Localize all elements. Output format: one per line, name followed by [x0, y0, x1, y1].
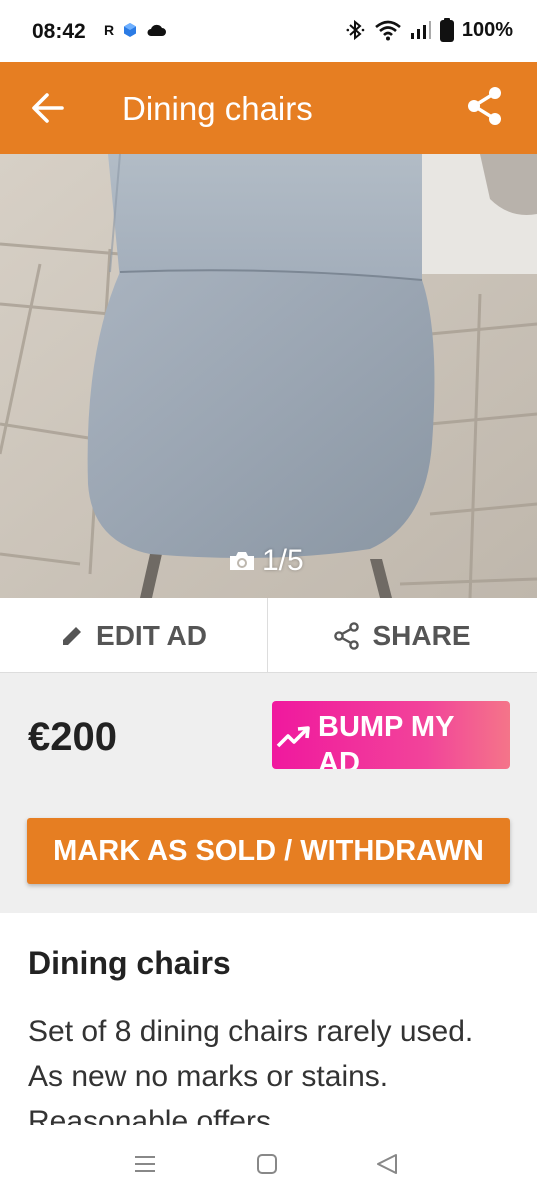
edit-ad-button[interactable]: EDIT AD [0, 598, 268, 673]
battery-percent: 100% [461, 18, 513, 41]
bump-my-ad-button[interactable]: BUMP MY AD [272, 701, 510, 769]
recent-apps-icon[interactable] [130, 1149, 160, 1179]
status-time: 08:42 [32, 20, 86, 43]
app-bar: Dining chairs [0, 62, 537, 154]
app-notification-icon [124, 23, 137, 37]
page-title: Dining chairs [122, 90, 313, 127]
photo-counter: 1/5 [228, 544, 304, 578]
photo-counter-text: 1/5 [262, 544, 304, 577]
share-icon [334, 621, 360, 650]
mark-as-sold-label: MARK AS SOLD / WITHDRAWN [53, 834, 484, 867]
bump-my-ad-label: BUMP MY AD [318, 711, 454, 769]
share-icon[interactable] [467, 86, 503, 126]
battery-icon [439, 18, 454, 42]
cloud-icon [147, 24, 167, 36]
mark-as-sold-button[interactable]: MARK AS SOLD / WITHDRAWN [27, 818, 510, 884]
signal-icon [410, 21, 431, 39]
pencil-icon [63, 626, 82, 645]
listing-photo[interactable]: 1/5 [0, 154, 537, 598]
ad-actions: EDIT AD SHARE [0, 598, 537, 673]
trending-up-icon [276, 726, 310, 748]
bluetooth-icon [346, 19, 365, 41]
listing-price: €200 [28, 715, 117, 759]
status-bar: 08:42 R 100% [0, 0, 537, 62]
status-left-icons: R [104, 22, 167, 38]
status-r-indicator: R [104, 22, 115, 38]
chair-photo-image [0, 154, 537, 598]
listing-title: Dining chairs [28, 945, 231, 981]
price-section: €200 BUMP MY AD MARK AS SOLD / WITHDRAWN [0, 673, 537, 913]
back-nav-icon[interactable] [372, 1149, 402, 1179]
status-right-icons: 100% [346, 18, 513, 42]
system-navigation-bar [0, 1125, 537, 1200]
share-label: SHARE [372, 619, 471, 651]
camera-icon [230, 552, 254, 570]
back-arrow-icon[interactable] [28, 88, 68, 128]
edit-ad-label: EDIT AD [96, 619, 207, 651]
listing-description: Set of 8 dining chairs rarely used. As n… [28, 1015, 474, 1125]
wifi-icon [375, 20, 401, 41]
share-button[interactable]: SHARE [268, 598, 537, 673]
home-icon[interactable] [252, 1149, 282, 1179]
listing-description-section: Dining chairs Set of 8 dining chairs rar… [0, 913, 537, 1125]
